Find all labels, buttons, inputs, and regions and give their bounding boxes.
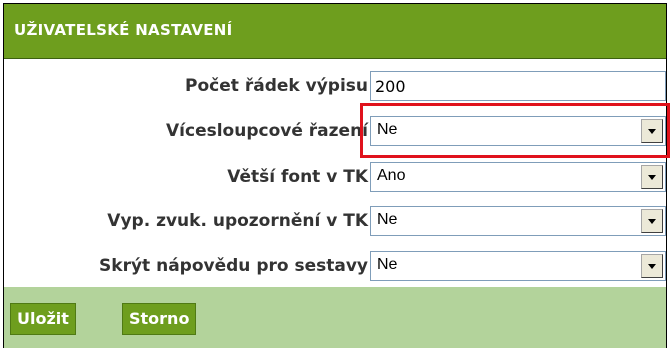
chevron-down-icon[interactable] [641,254,663,278]
row-hide-help: Skrýt nápovědu pro sestavy Ne [4,250,666,286]
panel-title: UŽIVATELSKÉ NASTAVENÍ [14,21,233,39]
row-multi-sort: Vícesloupcové řazení Ne [4,115,666,151]
rows-count-label: Počet řádek výpisu [185,76,368,96]
user-settings-panel: UŽIVATELSKÉ NASTAVENÍ Počet řádek výpisu… [3,3,667,348]
sound-alert-value: Ne [377,211,398,228]
sound-alert-select[interactable]: Ne [370,206,666,236]
multi-sort-label: Vícesloupcové řazení [166,121,368,141]
multi-sort-select[interactable]: Ne [370,116,666,146]
bigger-font-value: Ano [377,167,406,184]
bigger-font-label: Větší font v TK [227,167,368,187]
row-bigger-font: Větší font v TK Ano [4,161,666,197]
sound-alert-label: Vyp. zvuk. upozornění v TK [107,211,368,231]
save-button[interactable]: Uložit [10,303,76,335]
multi-sort-value: Ne [377,121,398,138]
cancel-button[interactable]: Storno [122,303,197,335]
row-rows-count: Počet řádek výpisu [4,70,666,106]
chevron-down-icon[interactable] [641,165,663,189]
panel-header: UŽIVATELSKÉ NASTAVENÍ [4,4,666,59]
chevron-down-icon[interactable] [641,119,663,143]
hide-help-label: Skrýt nápovědu pro sestavy [99,256,368,276]
rows-count-input[interactable] [370,71,666,101]
row-sound-alert: Vyp. zvuk. upozornění v TK Ne [4,205,666,241]
hide-help-value: Ne [377,256,398,273]
hide-help-select[interactable]: Ne [370,251,666,281]
chevron-down-icon[interactable] [641,209,663,233]
bigger-font-select[interactable]: Ano [370,162,666,192]
panel-footer: Uložit Storno [4,287,666,348]
